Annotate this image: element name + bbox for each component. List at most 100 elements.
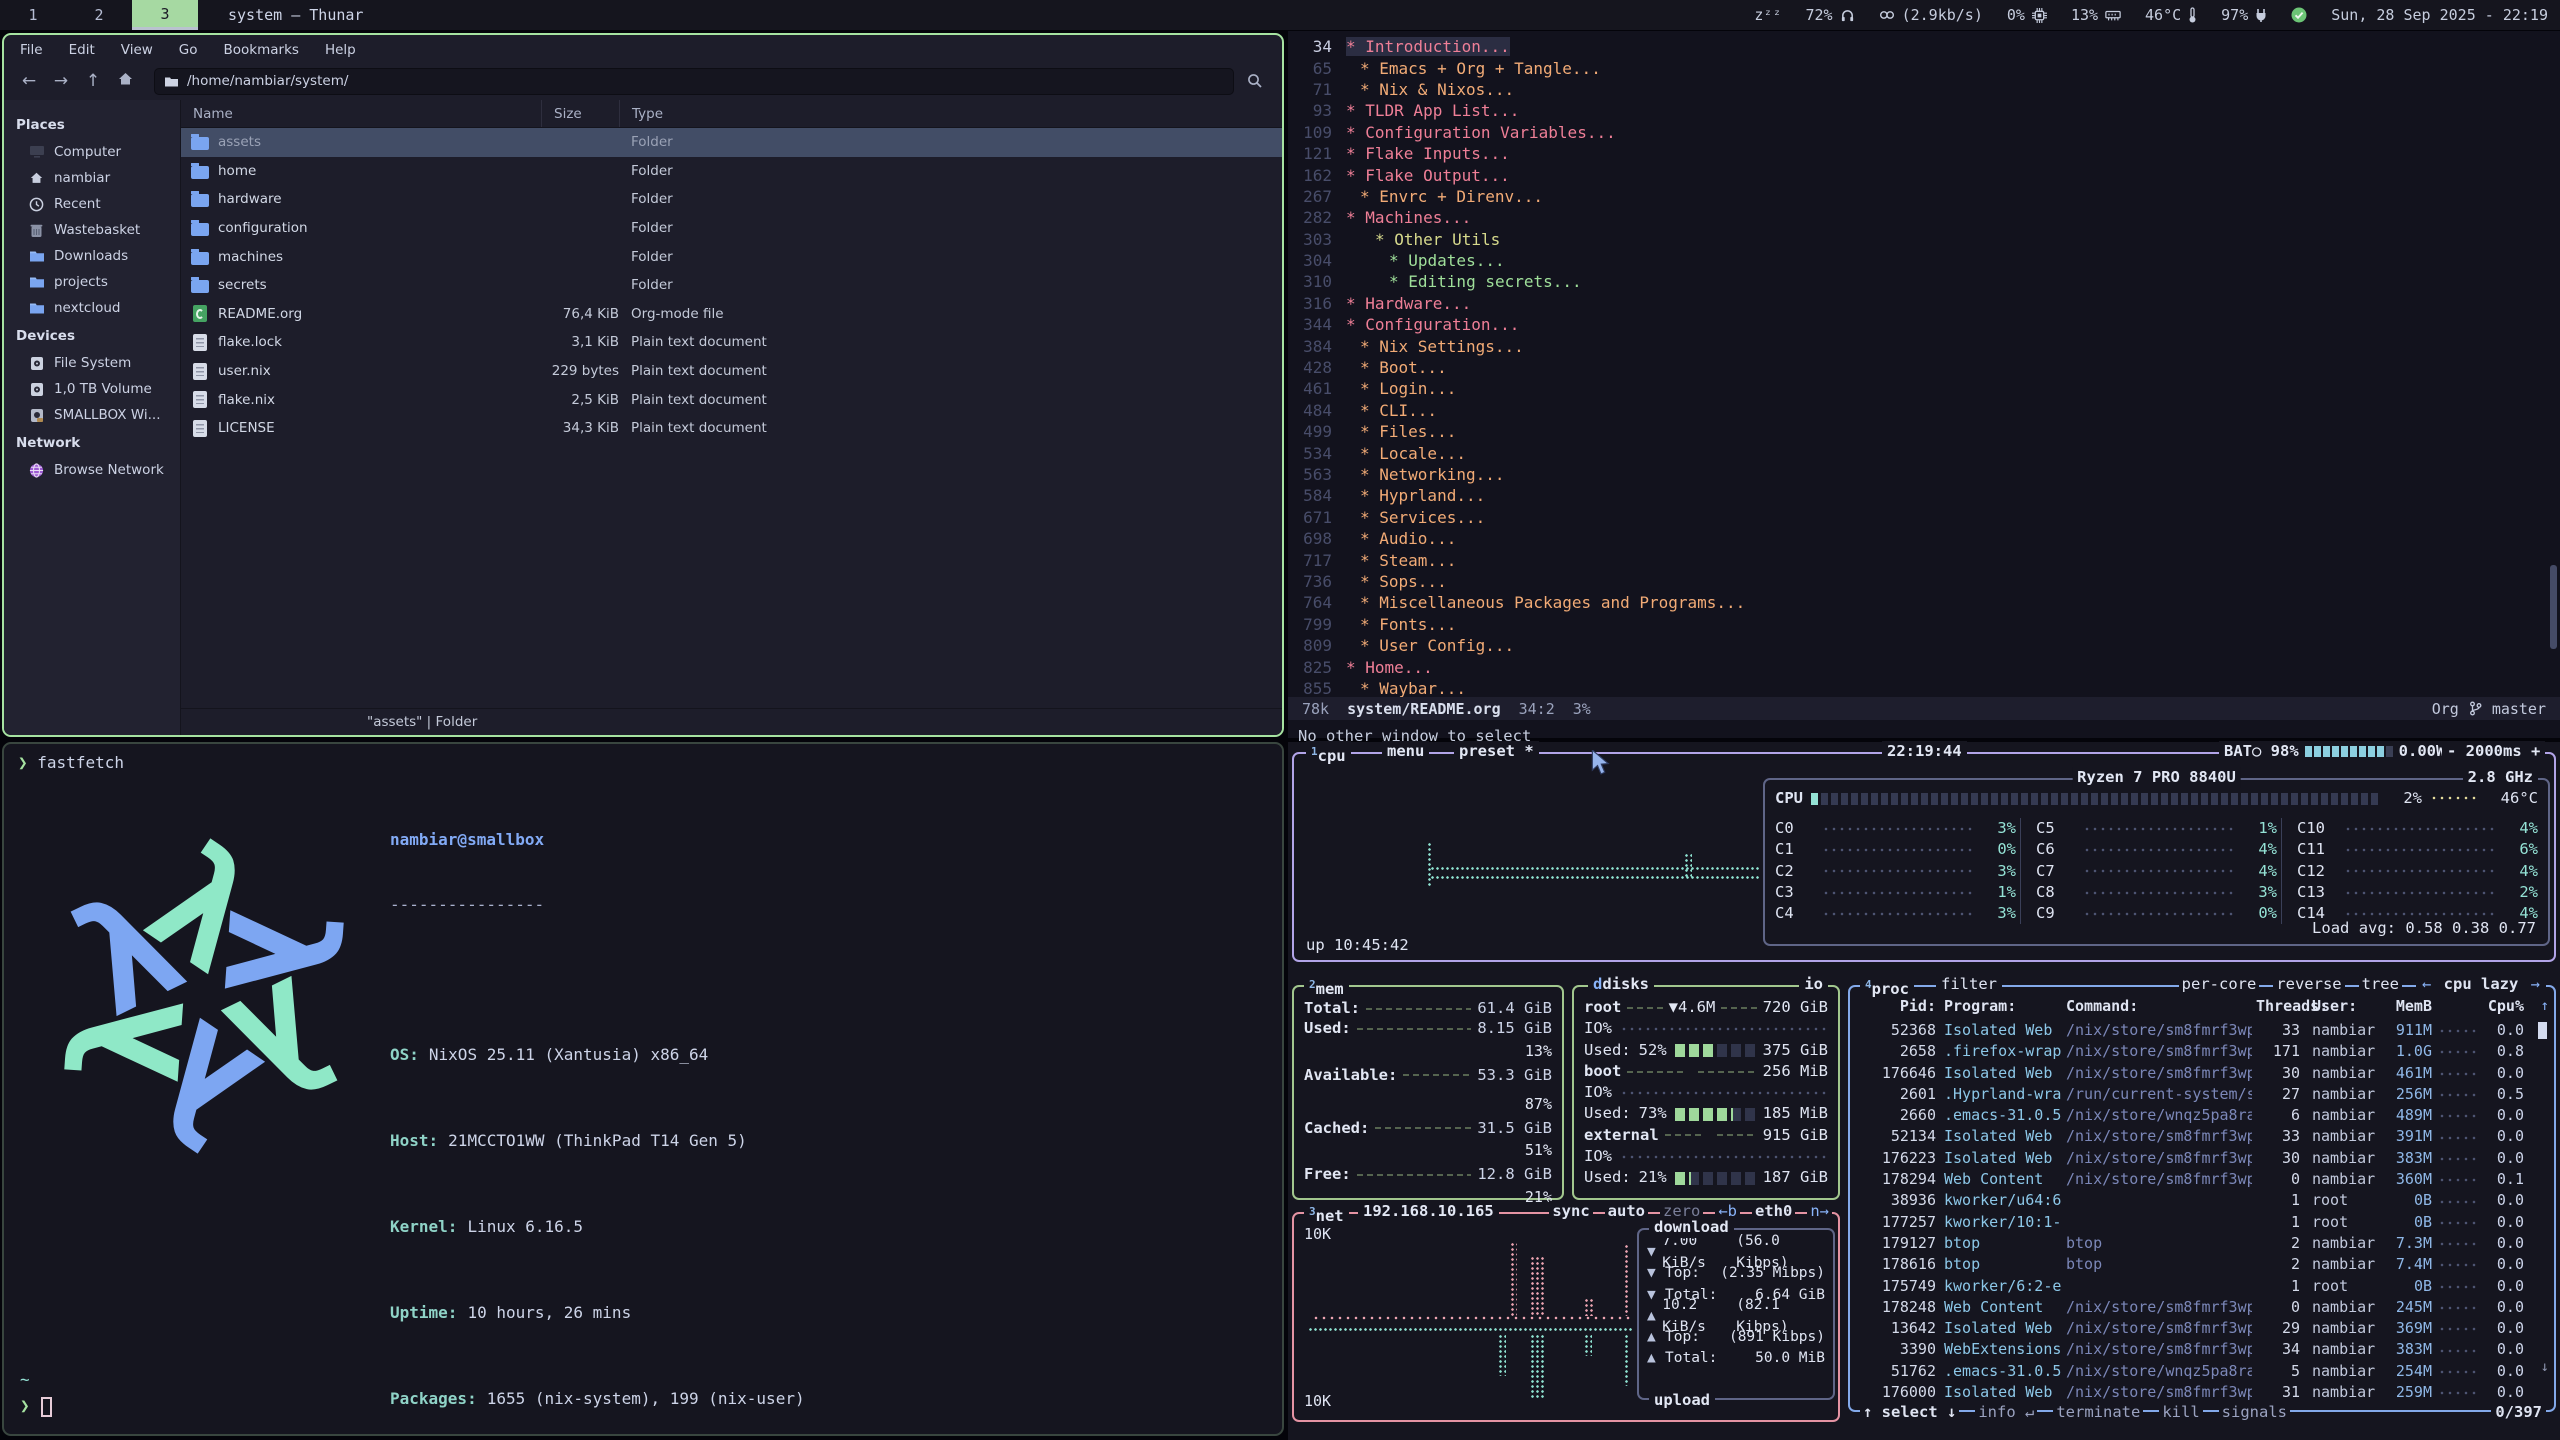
- proc-scrollbar[interactable]: [2538, 1022, 2547, 1039]
- sidebar-item-wastebasket[interactable]: Wastebasket: [4, 217, 180, 243]
- process-row[interactable]: 176223 Isolated Web Co /nix/store/sm8fmr…: [1858, 1148, 2524, 1169]
- sidebar-item-home[interactable]: nambiar: [4, 165, 180, 191]
- home-button[interactable]: [112, 71, 138, 92]
- workspace-button[interactable]: 3: [132, 0, 198, 30]
- process-row[interactable]: 177257 kworker/10:1-mm_ 1 root 0B 0.0: [1858, 1212, 2524, 1233]
- file-row[interactable]: secrets Folder: [181, 271, 1282, 300]
- process-row[interactable]: 51762 .emacs-31.0.50- /nix/store/wnqz5pa…: [1858, 1361, 2524, 1382]
- proc-table-headers: Pid: Program: Command: Threads: User: Me…: [1858, 996, 2524, 1017]
- menu-item[interactable]: Edit: [69, 42, 95, 58]
- process-row[interactable]: 52134 Isolated Web Co /nix/store/sm8fmrf…: [1858, 1126, 2524, 1147]
- menu-item[interactable]: Help: [325, 42, 356, 58]
- sidebar-item-volume[interactable]: 1,0 TB Volume: [4, 376, 180, 402]
- select-control[interactable]: ↑ select ↓: [1860, 1402, 1959, 1423]
- header-threads[interactable]: Threads:: [2256, 996, 2300, 1017]
- net-sync-toggle[interactable]: sync: [1549, 1201, 1592, 1222]
- file-row[interactable]: configuration Folder: [181, 214, 1282, 243]
- process-row[interactable]: 175749 kworker/6:2-even 1 root 0B 0.0: [1858, 1276, 2524, 1297]
- column-header-size[interactable]: Size: [541, 100, 619, 127]
- scroll-up-indicator[interactable]: ↑: [2541, 996, 2549, 1017]
- process-row[interactable]: 178616 btop btop 2 nambiar 7.4M 0.0: [1858, 1254, 2524, 1275]
- path-bar[interactable]: /home/nambiar/system/: [154, 68, 1234, 95]
- proc-filter[interactable]: filter: [1936, 974, 2002, 995]
- column-header-type[interactable]: Type: [619, 100, 1282, 127]
- signals-control[interactable]: signals: [2219, 1402, 2290, 1423]
- tree-toggle[interactable]: tree: [2359, 974, 2402, 995]
- menu-item[interactable]: Bookmarks: [224, 42, 299, 58]
- scroll-down-indicator[interactable]: ↓: [2541, 1357, 2549, 1378]
- workspace-button[interactable]: 1: [0, 0, 66, 30]
- preset-button[interactable]: preset *: [1454, 741, 1539, 762]
- emacs-window[interactable]: 34 * Introduction... 65 * Emacs + Org + …: [1288, 31, 2560, 738]
- menu-button[interactable]: menu: [1382, 741, 1429, 762]
- sidebar-item-downloads[interactable]: Downloads: [4, 243, 180, 269]
- sidebar-item-smallbox[interactable]: SMALLBOX Wi...: [4, 402, 180, 428]
- process-row[interactable]: 176000 Isolated Web Co /nix/store/sm8fmr…: [1858, 1382, 2524, 1403]
- file-row[interactable]: machines Folder: [181, 242, 1282, 271]
- tray-status[interactable]: [2291, 7, 2307, 23]
- process-row[interactable]: 52368 Isolated Web Co /nix/store/sm8fmrf…: [1858, 1020, 2524, 1041]
- up-button[interactable]: ↑: [80, 71, 106, 91]
- process-row[interactable]: 178248 Web Content /nix/store/sm8fmrf3wp…: [1858, 1297, 2524, 1318]
- file-row[interactable]: README.org 76,4 KiB Org-mode file: [181, 300, 1282, 329]
- file-row[interactable]: LICENSE 34,3 KiB Plain text document: [181, 414, 1282, 443]
- process-row[interactable]: 38936 kworker/u64:6-kc 1 root 0B 0.0: [1858, 1190, 2524, 1211]
- header-command[interactable]: Command:: [2066, 996, 2252, 1017]
- sidebar-item-browse-network[interactable]: Browse Network: [4, 457, 180, 483]
- header-memb[interactable]: MemB: [2372, 996, 2432, 1017]
- file-row[interactable]: assets Folder: [181, 128, 1282, 157]
- forward-button[interactable]: →: [48, 71, 74, 91]
- sidebar-item-recent[interactable]: Recent: [4, 191, 180, 217]
- info-control[interactable]: info ↵: [1975, 1402, 2037, 1423]
- process-row[interactable]: 179127 btop btop 2 nambiar 7.3M 0.0: [1858, 1233, 2524, 1254]
- core-percent: 6%: [2502, 839, 2538, 860]
- per-core-toggle[interactable]: per-core: [2179, 974, 2260, 995]
- header-program[interactable]: Program:: [1940, 996, 2062, 1017]
- process-row[interactable]: 176646 Isolated Web Co /nix/store/sm8fmr…: [1858, 1063, 2524, 1084]
- sidebar-item-projects[interactable]: projects: [4, 269, 180, 295]
- terminate-control[interactable]: terminate: [2053, 1402, 2143, 1423]
- header-user[interactable]: User:: [2304, 996, 2368, 1017]
- file-row[interactable]: hardware Folder: [181, 185, 1282, 214]
- net-auto-toggle[interactable]: auto: [1605, 1201, 1648, 1222]
- core-row: C10 4%: [2297, 818, 2538, 839]
- update-interval[interactable]: - 2000ms +: [2442, 741, 2545, 762]
- terminal-window[interactable]: ❯ fastfetch λλλλλλ nambiar@smallbox ----…: [2, 742, 1284, 1436]
- reverse-toggle[interactable]: reverse: [2273, 974, 2344, 995]
- column-header-name[interactable]: Name: [181, 100, 541, 127]
- header-pid[interactable]: Pid:: [1858, 996, 1936, 1017]
- menu-item[interactable]: File: [20, 42, 43, 58]
- process-row[interactable]: 3390 WebExtensions /nix/store/sm8fmrf3wp…: [1858, 1339, 2524, 1360]
- menu-item[interactable]: Go: [179, 42, 198, 58]
- process-row[interactable]: 178294 Web Content /nix/store/sm8fmrf3wp…: [1858, 1169, 2524, 1190]
- process-row[interactable]: 2601 .Hyprland-wrapp /run/current-system…: [1858, 1084, 2524, 1105]
- mem-tab[interactable]: 2mem: [1304, 974, 1349, 1000]
- shell-prompt[interactable]: ❯: [20, 1395, 52, 1417]
- file-row[interactable]: home Folder: [181, 157, 1282, 186]
- fastfetch-entry: Packages:1655 (nix-system), 199 (nix-use…: [390, 1388, 1055, 1410]
- file-row[interactable]: flake.nix 2,5 KiB Plain text document: [181, 385, 1282, 414]
- emacs-scrollbar[interactable]: [2550, 565, 2557, 649]
- core-row: C1 0%: [1775, 839, 2016, 860]
- disks-tab[interactable]: ddisks: [1588, 974, 1654, 995]
- header-cpu[interactable]: Cpu%: [2482, 996, 2524, 1017]
- file-row[interactable]: user.nix 229 bytes Plain text document: [181, 357, 1282, 386]
- process-row[interactable]: 2660 .emacs-31.0.50- /nix/store/wnqz5pa8…: [1858, 1105, 2524, 1126]
- org-heading-text: * Configuration...: [1346, 315, 1519, 334]
- file-row[interactable]: flake.lock 3,1 KiB Plain text document: [181, 328, 1282, 357]
- kill-control[interactable]: kill: [2159, 1402, 2202, 1423]
- net-next-iface[interactable]: n→: [1807, 1201, 1832, 1222]
- io-toggle[interactable]: io: [1799, 974, 1828, 995]
- line-number: 825: [1288, 658, 1332, 677]
- workspace-button[interactable]: 2: [66, 0, 132, 30]
- sort-selector[interactable]: ← cpu lazy →: [2416, 974, 2546, 995]
- search-button[interactable]: [1240, 73, 1270, 89]
- sidebar-item-file-system[interactable]: File System: [4, 350, 180, 376]
- sidebar-item-computer[interactable]: Computer: [4, 139, 180, 165]
- back-button[interactable]: ←: [16, 71, 42, 91]
- process-row[interactable]: 2658 .firefox-wrappe /nix/store/sm8fmrf3…: [1858, 1041, 2524, 1062]
- menu-item[interactable]: View: [121, 42, 153, 58]
- sidebar-item-nextcloud[interactable]: nextcloud: [4, 295, 180, 321]
- cpu-tab[interactable]: 1cpu: [1306, 741, 1351, 767]
- process-row[interactable]: 13642 Isolated Web Co /nix/store/sm8fmrf…: [1858, 1318, 2524, 1339]
